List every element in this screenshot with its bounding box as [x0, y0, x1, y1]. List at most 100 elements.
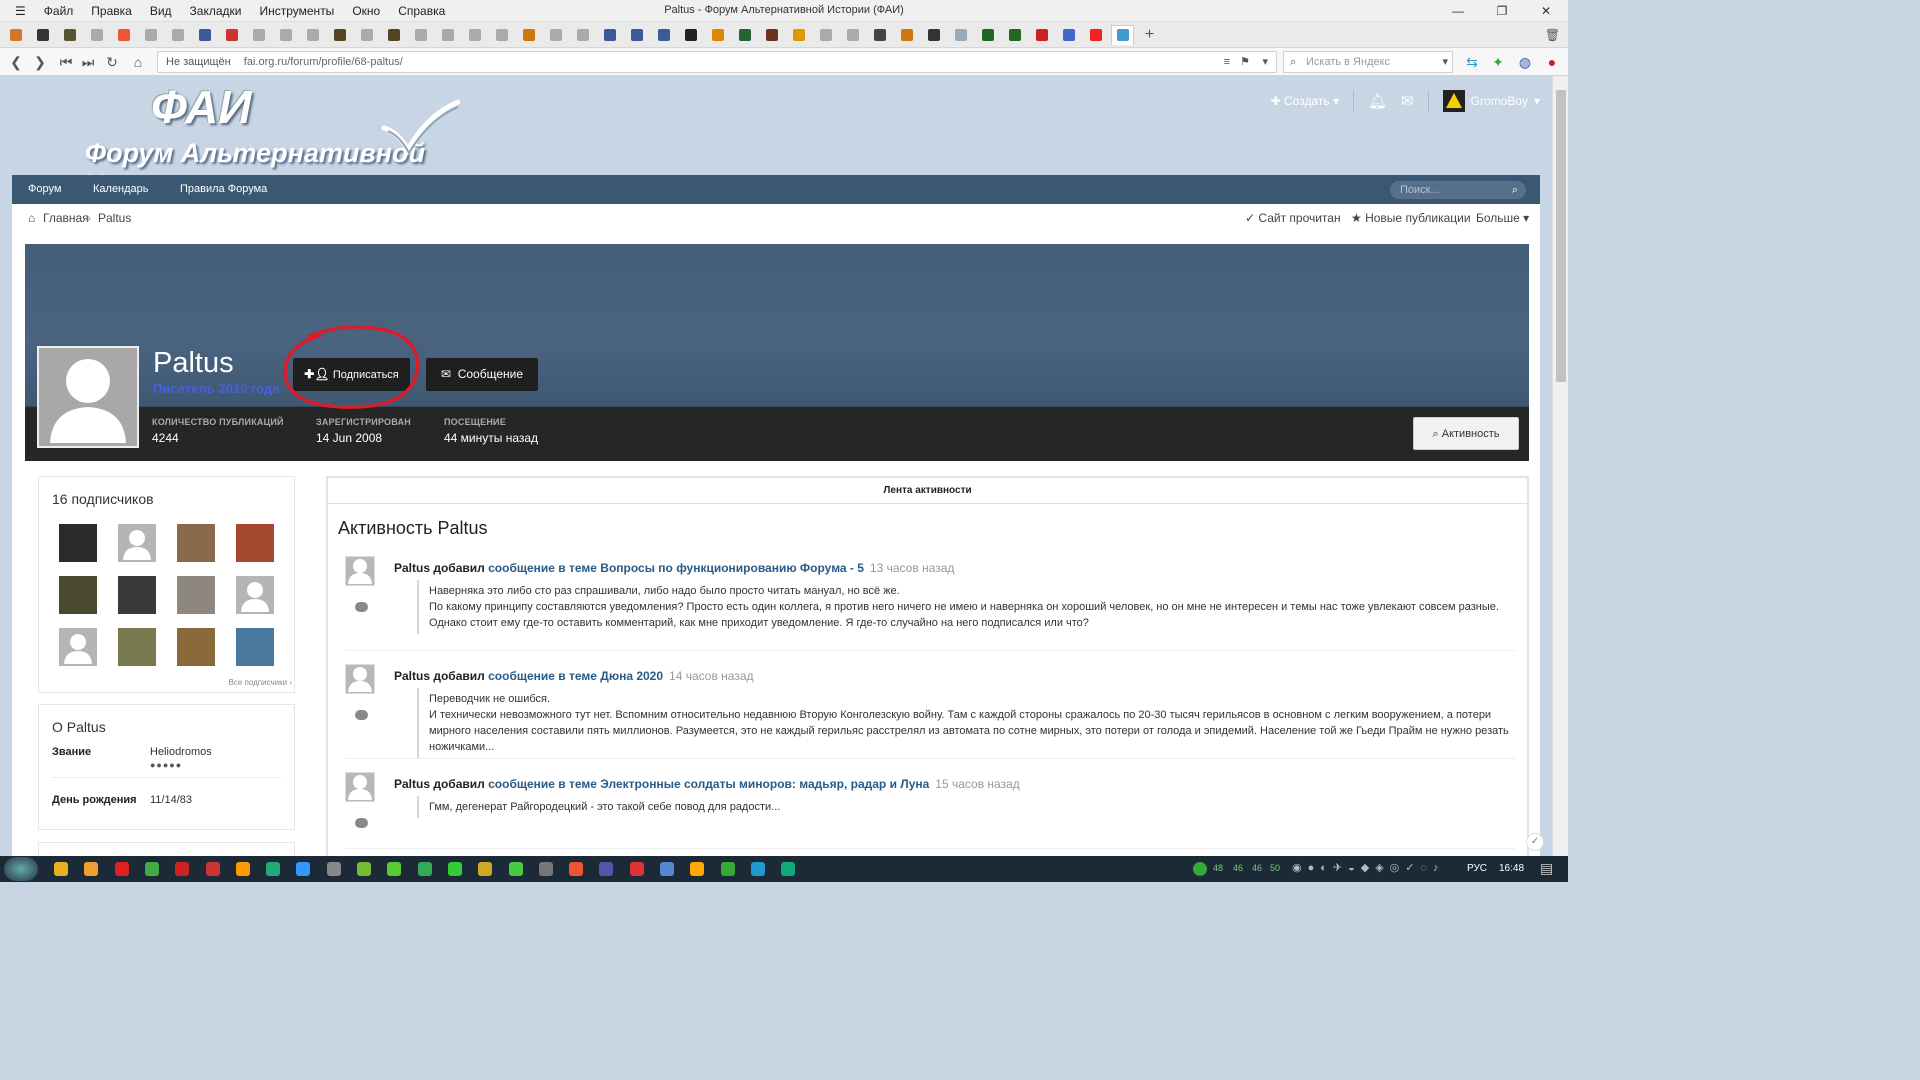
chevron-down-icon[interactable]: ▾ [1262, 52, 1268, 72]
taskbar-app-icon[interactable] [478, 862, 493, 876]
new-tab-button[interactable]: + [1138, 25, 1161, 45]
taskbar-app-icon[interactable] [508, 862, 523, 876]
browser-tab[interactable] [760, 25, 783, 45]
taskbar-app-icon[interactable] [720, 862, 735, 876]
feed-link[interactable]: сообщение в теме Дюна 2020 [488, 669, 663, 683]
nav-item-forum[interactable]: Форум [28, 175, 61, 204]
follower-avatar[interactable] [236, 628, 274, 666]
back-icon[interactable]: ❮ [6, 52, 26, 72]
browser-tab[interactable] [139, 25, 162, 45]
vpn-icon[interactable]: ◍ [1515, 52, 1535, 72]
follower-avatar[interactable] [118, 628, 156, 666]
browser-tab[interactable] [247, 25, 270, 45]
translate-icon[interactable]: ⇆ [1462, 52, 1482, 72]
scrollbar-thumb[interactable] [1556, 90, 1566, 382]
security-indicator[interactable]: Не защищён [166, 56, 231, 68]
reader-icon[interactable]: ≡ [1224, 52, 1230, 72]
tab-activity-feed[interactable]: Лента активности [328, 478, 1527, 504]
browser-tab[interactable] [544, 25, 567, 45]
all-followers-link[interactable]: Все подписчики › [229, 678, 293, 687]
follower-avatar[interactable] [59, 628, 97, 666]
fast-forward-icon[interactable]: ⏭ [78, 52, 98, 72]
browser-tab[interactable] [4, 25, 27, 45]
feed-author[interactable]: Paltus добавил [394, 777, 485, 791]
follower-avatar[interactable] [177, 628, 215, 666]
shield-icon[interactable]: ✓ [1526, 833, 1544, 851]
more-menu[interactable]: Больше ▾ [1476, 211, 1529, 225]
notifications-icon[interactable]: ▤ [1540, 860, 1553, 877]
taskbar-app-icon[interactable] [781, 862, 796, 876]
restore-icon[interactable]: ❐ [1480, 0, 1524, 22]
browser-tab[interactable] [31, 25, 54, 45]
forward-icon[interactable]: ❯ [30, 52, 50, 72]
search-engine-input[interactable]: ⌕ Искать в Яндекс ▾ [1283, 51, 1453, 73]
browser-tab[interactable] [166, 25, 189, 45]
follower-avatar[interactable] [118, 524, 156, 562]
taskbar-app-icon[interactable] [175, 862, 190, 876]
browser-tab[interactable] [490, 25, 513, 45]
browser-tab[interactable] [868, 25, 891, 45]
taskbar-app-icon[interactable] [447, 862, 462, 876]
feed-link[interactable]: сообщение в теме Вопросы по функциониров… [488, 561, 864, 575]
browser-tab[interactable] [1003, 25, 1026, 45]
browser-tab[interactable] [1030, 25, 1053, 45]
browser-tab[interactable] [220, 25, 243, 45]
browser-tab[interactable] [787, 25, 810, 45]
browser-tab[interactable] [274, 25, 297, 45]
browser-tab[interactable] [301, 25, 324, 45]
browser-tab[interactable] [895, 25, 918, 45]
taskbar-app-icon[interactable] [205, 862, 220, 876]
taskbar-app-icon[interactable] [326, 862, 341, 876]
feed-author[interactable]: Paltus добавил [394, 669, 485, 683]
chevron-down-icon[interactable]: ▾ [1442, 52, 1448, 72]
breadcrumb-home[interactable]: Главная [43, 211, 89, 225]
nav-item-rules[interactable]: Правила Форума [180, 175, 267, 204]
taskbar-app-icon[interactable] [296, 862, 311, 876]
taskbar-app-icon[interactable] [417, 862, 432, 876]
browser-tab[interactable] [1057, 25, 1080, 45]
start-button[interactable] [4, 857, 38, 881]
avatar[interactable] [345, 664, 375, 694]
browser-tab[interactable] [1084, 25, 1107, 45]
taskbar-app-icon[interactable] [84, 862, 99, 876]
taskbar-app-icon[interactable] [357, 862, 371, 876]
reload-icon[interactable]: ↻ [102, 52, 122, 72]
browser-tab[interactable] [328, 25, 351, 45]
trash-icon[interactable]: 🗑︎ [1541, 25, 1564, 45]
taskbar-app-icon[interactable] [660, 862, 674, 876]
browser-tab[interactable] [436, 25, 459, 45]
taskbar-app-icon[interactable] [629, 862, 644, 876]
avatar[interactable] [345, 772, 375, 802]
avatar[interactable] [345, 556, 375, 586]
browser-tab[interactable] [949, 25, 972, 45]
bookmark-icon[interactable]: ⚑ [1240, 52, 1250, 72]
user-menu[interactable]: GromoBoy ▾ [1442, 90, 1540, 112]
tray-icons[interactable]: ◉●◐✈◒◆◈◎✓◌♪ [1292, 861, 1445, 874]
follower-avatar[interactable] [59, 524, 97, 562]
url-field[interactable]: Не защищён fai.org.ru/forum/profile/68-p… [157, 51, 1277, 73]
browser-tab[interactable] [112, 25, 135, 45]
extension-icon[interactable]: ✦ [1488, 52, 1508, 72]
taskbar-app-icon[interactable] [599, 862, 614, 876]
language-indicator[interactable]: РУС [1467, 863, 1487, 874]
bell-icon[interactable]: 🔔︎ [1368, 92, 1387, 110]
browser-tab[interactable] [733, 25, 756, 45]
browser-tab[interactable] [1111, 24, 1134, 45]
browser-tab[interactable] [625, 25, 648, 45]
search-input[interactable]: Поиск... ⌕ [1390, 181, 1526, 199]
taskbar-app-icon[interactable] [266, 862, 281, 876]
new-posts-link[interactable]: ★ Новые публикации [1351, 211, 1471, 225]
feed-author[interactable]: Paltus добавил [394, 561, 485, 575]
close-icon[interactable]: ✕ [1524, 0, 1568, 22]
url-text[interactable]: fai.org.ru/forum/profile/68-paltus/ [244, 56, 403, 68]
page-scrollbar[interactable] [1552, 76, 1568, 856]
browser-tab[interactable] [85, 25, 108, 45]
activity-button[interactable]: ⌕ Активность [1413, 417, 1519, 450]
clock[interactable]: 16:48 [1499, 863, 1524, 874]
taskbar-app-icon[interactable] [114, 862, 129, 876]
browser-tab[interactable] [409, 25, 432, 45]
follower-avatar[interactable] [177, 524, 215, 562]
taskbar-app-icon[interactable] [569, 862, 584, 876]
taskbar-app-icon[interactable] [54, 862, 68, 876]
taskbar-app-icon[interactable] [538, 862, 553, 876]
